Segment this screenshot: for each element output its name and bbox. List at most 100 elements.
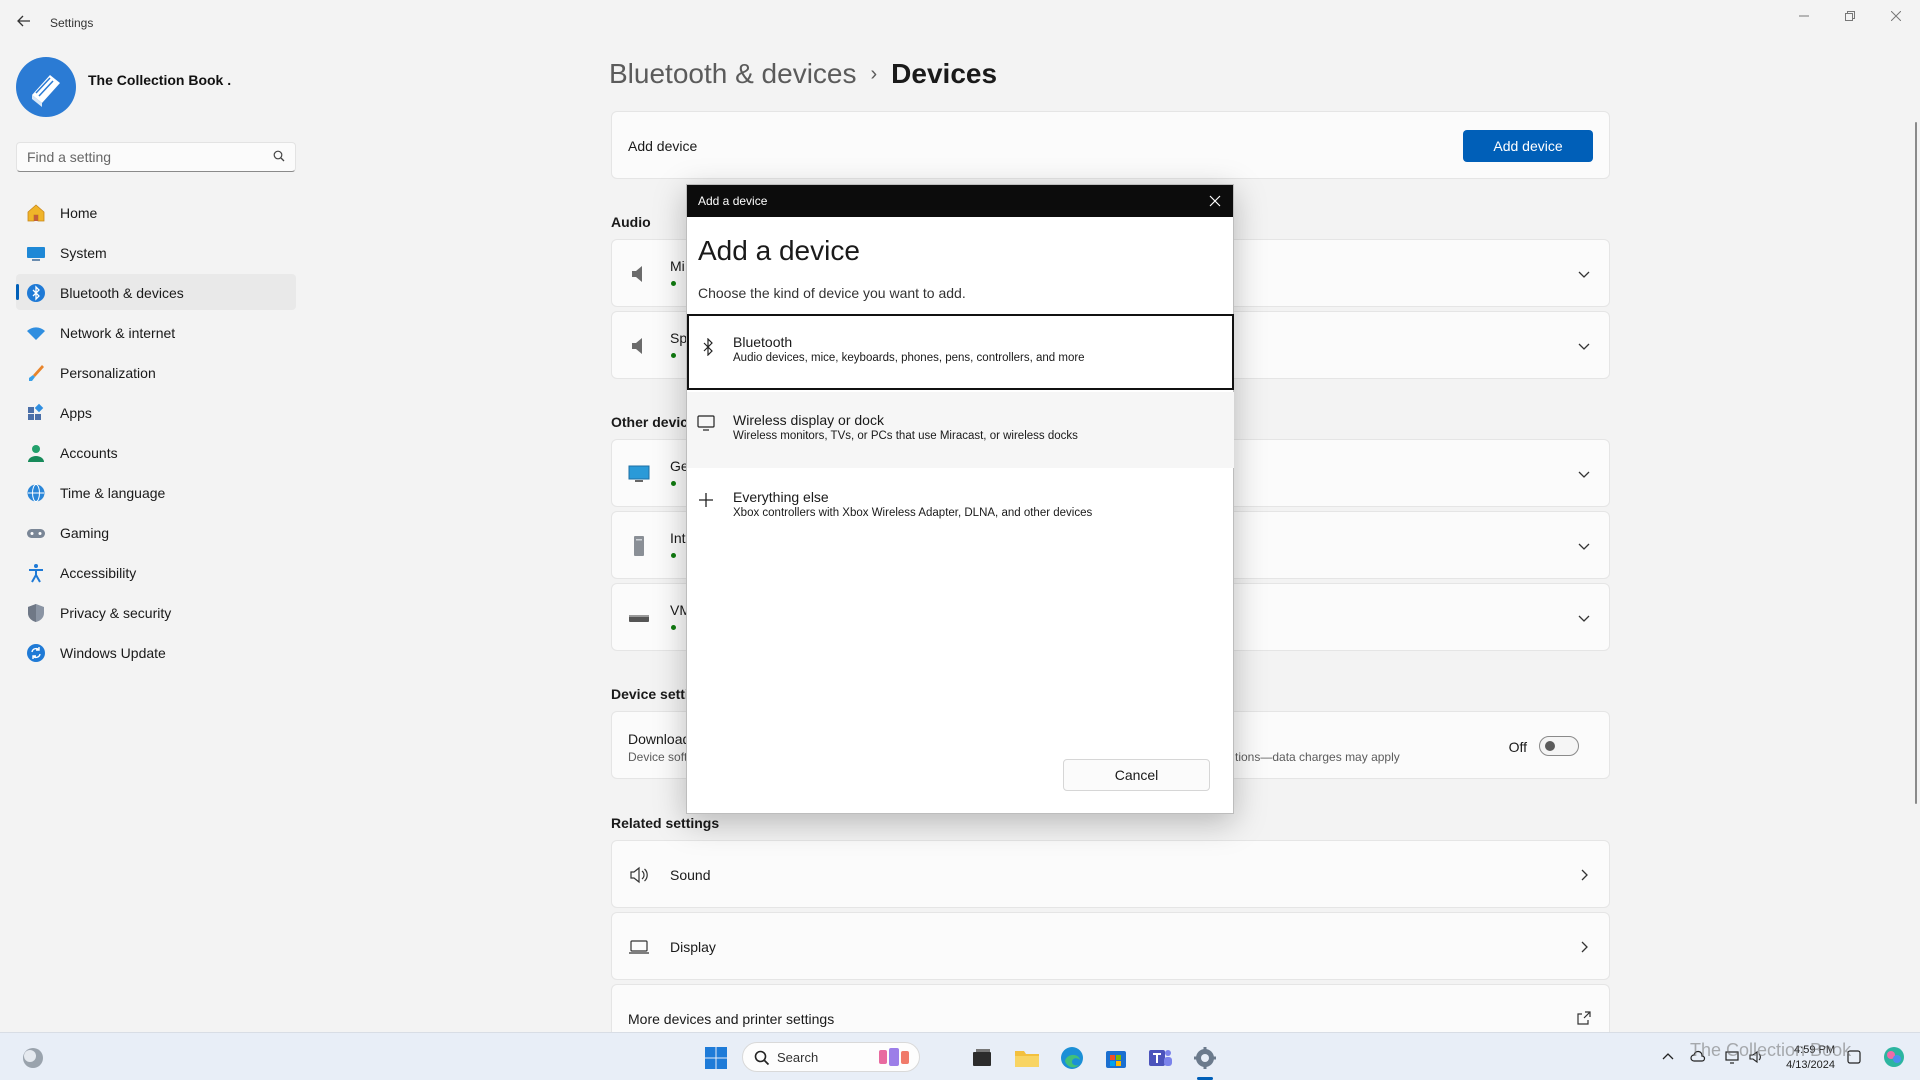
dialog-subtitle: Choose the kind of device you want to ad…	[698, 285, 966, 301]
search-highlight-icon	[879, 1048, 909, 1066]
external-link-icon	[1577, 1011, 1591, 1025]
sidebar-item-windows-update[interactable]: Windows Update	[16, 634, 296, 670]
widgets-icon[interactable]	[18, 1043, 48, 1073]
avatar[interactable]	[16, 57, 76, 117]
page-title: Devices	[891, 58, 998, 89]
sidebar-item-time-language[interactable]: Time & language	[16, 474, 296, 510]
related-item-sound[interactable]: Sound	[611, 840, 1610, 908]
sidebar-item-label: Windows Update	[60, 645, 166, 661]
sidebar-item-privacy[interactable]: Privacy & security	[16, 594, 296, 630]
dialog-header-title: Add a device	[698, 194, 768, 208]
option-desc: Audio devices, mice, keyboards, phones, …	[733, 352, 1085, 364]
drive-icon	[629, 615, 649, 622]
copilot-icon[interactable]	[1882, 1045, 1906, 1069]
download-toggle[interactable]	[1539, 736, 1579, 756]
related-item-label: Sound	[670, 867, 711, 883]
laptop-icon	[629, 940, 649, 954]
related-item-label: More devices and printer settings	[628, 1011, 835, 1027]
close-window-icon[interactable]	[1876, 6, 1916, 26]
teams-icon[interactable]	[1145, 1043, 1175, 1073]
taskbar: Search 4:59 PM 4/13/2024	[0, 1032, 1920, 1080]
sidebar-item-system[interactable]: System	[16, 234, 296, 270]
chevron-down-icon[interactable]	[1577, 611, 1591, 625]
home-icon	[27, 204, 45, 222]
wifi-icon	[27, 327, 45, 340]
chevron-up-icon[interactable]	[1660, 1049, 1676, 1065]
taskbar-search[interactable]: Search	[742, 1042, 920, 1072]
chevron-right-icon	[1581, 941, 1588, 953]
section-audio: Audio	[611, 214, 651, 230]
device-name: Mi	[670, 258, 685, 274]
chevron-down-icon[interactable]	[1577, 467, 1591, 481]
add-device-card: Add device Add device	[611, 111, 1610, 179]
search-field[interactable]	[16, 142, 296, 172]
option-title: Bluetooth	[733, 334, 793, 350]
sidebar-item-accessibility[interactable]: Accessibility	[16, 554, 296, 590]
watermark: The Collection Book	[1690, 1040, 1852, 1060]
sidebar-item-personalization[interactable]: Personalization	[16, 354, 296, 390]
sidebar-item-bluetooth[interactable]: Bluetooth & devices	[16, 274, 296, 310]
sidebar-item-gaming[interactable]: Gaming	[16, 514, 296, 550]
sidebar-item-accounts[interactable]: Accounts	[16, 434, 296, 470]
dialog-title: Add a device	[698, 235, 860, 266]
restore-icon[interactable]	[1830, 6, 1870, 26]
add-device-label: Add device	[628, 138, 698, 154]
sidebar-item-network[interactable]: Network & internet	[16, 314, 296, 350]
option-everything-else[interactable]: Everything else Xbox controllers with Xb…	[687, 469, 1234, 545]
option-wireless-display[interactable]: Wireless display or dock Wireless monito…	[687, 392, 1234, 468]
file-explorer-icon[interactable]	[1012, 1043, 1042, 1073]
related-item-more-devices[interactable]: More devices and printer settings	[611, 984, 1610, 1032]
start-icon[interactable]	[701, 1043, 731, 1073]
sidebar-item-label: Time & language	[60, 485, 166, 501]
speaker-icon	[632, 266, 642, 282]
brush-icon	[29, 365, 44, 381]
computer-tower-icon	[634, 536, 644, 556]
chevron-down-icon[interactable]	[1577, 267, 1591, 281]
status-dot	[671, 481, 676, 486]
chevron-down-icon[interactable]	[1577, 339, 1591, 353]
minimize-icon[interactable]	[1784, 6, 1824, 26]
task-view-icon[interactable]	[967, 1043, 997, 1073]
plus-icon	[699, 493, 713, 507]
chevron-down-icon[interactable]	[1577, 539, 1591, 553]
taskbar-search-label: Search	[777, 1050, 819, 1065]
sidebar-item-apps[interactable]: Apps	[16, 394, 296, 430]
status-dot	[671, 353, 676, 358]
store-icon[interactable]	[1101, 1043, 1131, 1073]
scrollbar[interactable]	[1915, 122, 1917, 804]
back-arrow-icon[interactable]	[12, 13, 36, 35]
sidebar-item-home[interactable]: Home	[16, 194, 296, 230]
device-name: Sp	[670, 330, 688, 346]
sidebar-item-label: System	[60, 245, 107, 261]
add-device-button[interactable]: Add device	[1463, 130, 1593, 162]
edge-icon[interactable]	[1057, 1043, 1087, 1073]
setting-title: Download	[628, 731, 691, 747]
setting-subtitle: Device soft	[628, 750, 688, 764]
bluetooth-icon	[703, 338, 713, 356]
option-bluetooth[interactable]: Bluetooth Audio devices, mice, keyboards…	[687, 314, 1234, 390]
speaker-icon	[630, 866, 648, 884]
settings-gear-icon[interactable]	[1190, 1043, 1220, 1073]
gamepad-icon	[27, 529, 45, 538]
window-title: Settings	[50, 16, 94, 30]
cancel-button[interactable]: Cancel	[1063, 759, 1210, 791]
sidebar-item-label: Home	[60, 205, 98, 221]
monitor-icon	[697, 415, 715, 431]
close-icon[interactable]	[1205, 191, 1225, 211]
sidebar-item-label: Gaming	[60, 525, 110, 541]
toggle-state-label: Off	[1508, 739, 1527, 755]
option-desc: Xbox controllers with Xbox Wireless Adap…	[733, 507, 1093, 519]
breadcrumb-parent[interactable]: Bluetooth & devices	[609, 58, 857, 89]
speaker-icon	[632, 338, 642, 354]
option-title: Everything else	[733, 489, 829, 505]
related-item-display[interactable]: Display	[611, 912, 1610, 980]
sidebar-item-label: Network & internet	[60, 325, 176, 341]
section-device-settings: Device settin	[611, 686, 698, 702]
sidebar-nav: Home System Bluetooth & devices Network …	[16, 194, 296, 674]
book-logo-icon	[18, 59, 74, 115]
update-icon	[27, 644, 45, 662]
search-input[interactable]	[27, 149, 267, 165]
breadcrumb-separator: ›	[870, 63, 878, 85]
device-name: Int	[670, 530, 686, 546]
add-device-dialog: Add a device Add a device Choose the kin…	[686, 184, 1234, 814]
